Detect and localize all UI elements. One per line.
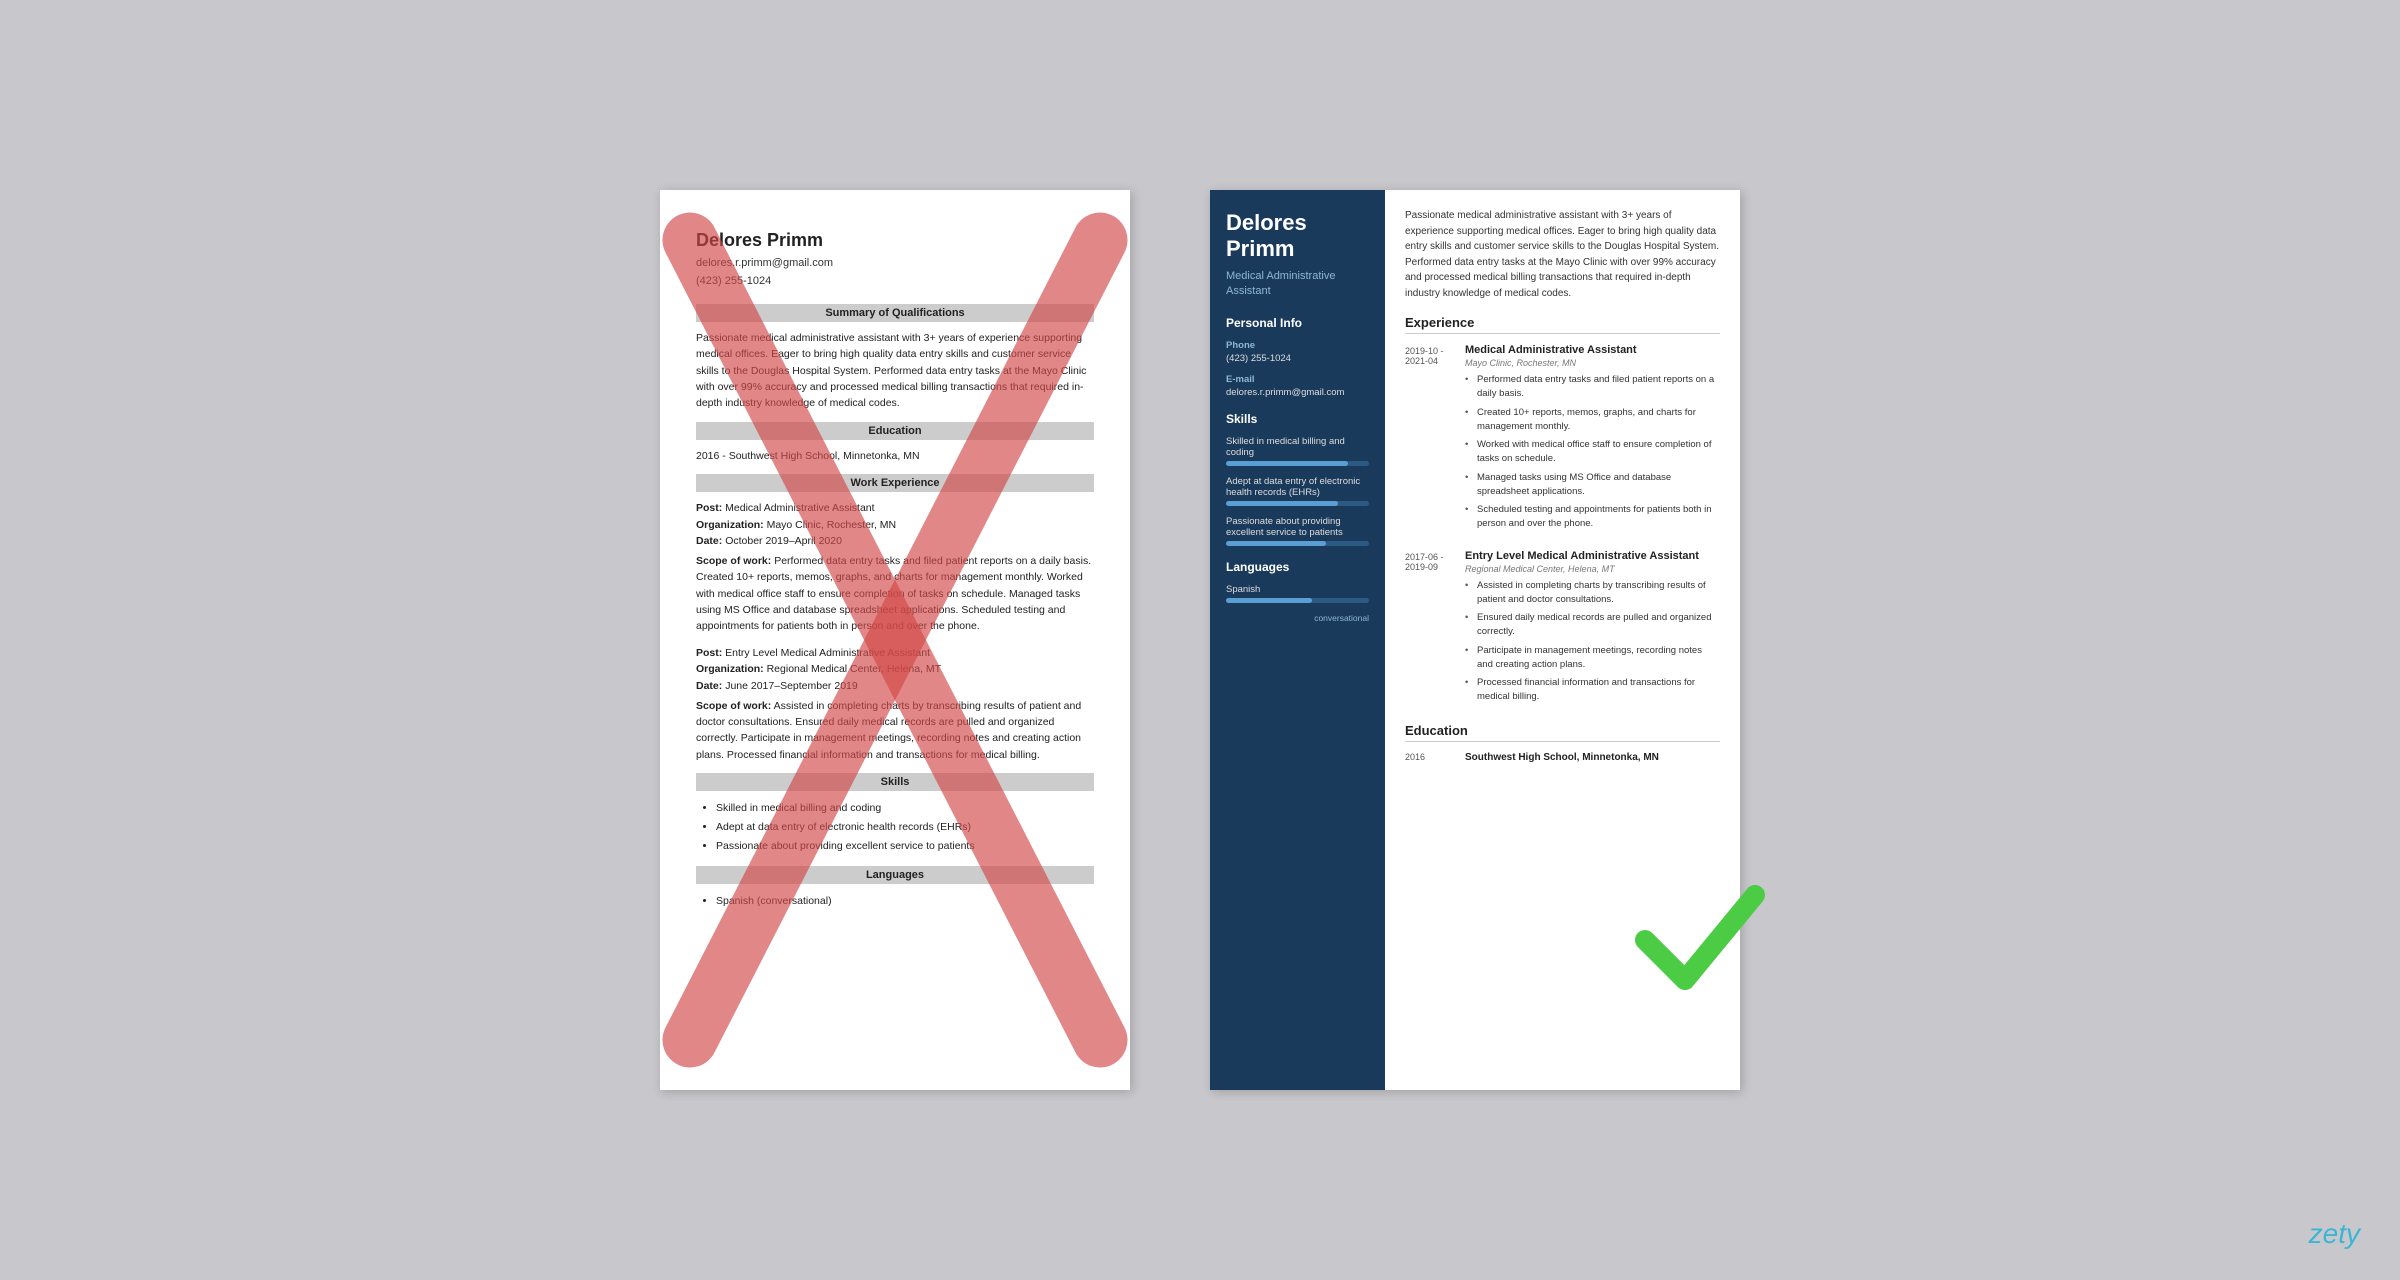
work-entry-1: Post: Medical Administrative Assistant O… bbox=[696, 500, 1094, 635]
exp-title-1: Medical Administrative Assistant bbox=[1465, 344, 1720, 356]
exp-entry-1: 2019-10 - 2021-04 Medical Administrative… bbox=[1405, 344, 1720, 536]
right-name-line1: Delores bbox=[1226, 210, 1307, 235]
job2-org: Regional Medical Center, Helena, MT bbox=[767, 663, 942, 675]
left-email: delores.r.primm@gmail.com bbox=[696, 257, 833, 269]
skill-1: Skilled in medical billing and coding bbox=[716, 799, 1094, 818]
edu-year-1: 2016 bbox=[1405, 752, 1465, 763]
exp-content-1: Medical Administrative Assistant Mayo Cl… bbox=[1465, 344, 1720, 536]
education-text: 2016 - Southwest High School, Minnetonka… bbox=[696, 448, 1094, 464]
skill-2: Adept at data entry of electronic health… bbox=[716, 818, 1094, 837]
sidebar-lang-1: Spanish conversational bbox=[1226, 584, 1369, 623]
languages-header: Languages bbox=[696, 866, 1094, 884]
exp-bullets-1: Performed data entry tasks and filed pat… bbox=[1465, 373, 1720, 532]
job2-date: June 2017–September 2019 bbox=[725, 680, 858, 692]
right-title: Medical Administrative Assistant bbox=[1226, 269, 1369, 300]
exp-content-2: Entry Level Medical Administrative Assis… bbox=[1465, 550, 1720, 709]
work-header: Work Experience bbox=[696, 474, 1094, 492]
skills-header: Skills bbox=[696, 773, 1094, 791]
email-value: delores.r.primm@gmail.com bbox=[1226, 387, 1369, 398]
languages-sidebar-title: Languages bbox=[1226, 560, 1369, 574]
right-name: Delores Primm bbox=[1226, 210, 1369, 263]
edu-entry-1: 2016 Southwest High School, Minnetonka, … bbox=[1405, 752, 1720, 763]
left-resume: Delores Primm delores.r.primm@gmail.com … bbox=[660, 190, 1130, 1090]
exp-entry-2: 2017-06 - 2019-09 Entry Level Medical Ad… bbox=[1405, 550, 1720, 709]
job1-org: Mayo Clinic, Rochester, MN bbox=[767, 519, 897, 531]
exp-title-2: Entry Level Medical Administrative Assis… bbox=[1465, 550, 1720, 562]
edu-school-1: Southwest High School, Minnetonka, MN bbox=[1465, 752, 1659, 763]
summary-header: Summary of Qualifications bbox=[696, 304, 1094, 322]
phone-value: (423) 255-1024 bbox=[1226, 353, 1369, 364]
education-header: Education bbox=[696, 422, 1094, 440]
lang-list: Spanish (conversational) bbox=[696, 892, 1094, 911]
right-main: Passionate medical administrative assist… bbox=[1385, 190, 1740, 1090]
email-label: E-mail bbox=[1226, 374, 1369, 385]
right-sidebar: Delores Primm Medical Administrative Ass… bbox=[1210, 190, 1385, 1090]
right-resume: Delores Primm Medical Administrative Ass… bbox=[1210, 190, 1740, 1090]
job2-post: Entry Level Medical Administrative Assis… bbox=[725, 647, 930, 659]
experience-section-title: Experience bbox=[1405, 315, 1720, 334]
skills-list: Skilled in medical billing and coding Ad… bbox=[696, 799, 1094, 856]
right-resume-outer: Delores Primm Medical Administrative Ass… bbox=[1210, 190, 1740, 1090]
job1-post: Medical Administrative Assistant bbox=[725, 502, 874, 514]
sidebar-skill-1: Skilled in medical billing and coding bbox=[1226, 436, 1369, 466]
phone-label: Phone bbox=[1226, 340, 1369, 351]
left-phone: (423) 255-1024 bbox=[696, 275, 771, 287]
exp-org-1: Mayo Clinic, Rochester, MN bbox=[1465, 358, 1720, 368]
exp-dates-2: 2017-06 - 2019-09 bbox=[1405, 550, 1465, 709]
zety-logo: zety bbox=[2309, 1218, 2360, 1250]
summary-text: Passionate medical administrative assist… bbox=[696, 330, 1094, 411]
job1-date: October 2019–April 2020 bbox=[725, 535, 842, 547]
left-name: Delores Primm bbox=[696, 230, 1094, 251]
exp-dates-1: 2019-10 - 2021-04 bbox=[1405, 344, 1465, 536]
right-name-line2: Primm bbox=[1226, 236, 1294, 261]
lang-1: Spanish (conversational) bbox=[716, 892, 1094, 911]
exp-org-2: Regional Medical Center, Helena, MT bbox=[1465, 564, 1720, 574]
right-summary: Passionate medical administrative assist… bbox=[1405, 208, 1720, 301]
left-contact: delores.r.primm@gmail.com (423) 255-1024 bbox=[696, 255, 1094, 290]
education-section-title: Education bbox=[1405, 723, 1720, 742]
sidebar-skill-3: Passionate about providing excellent ser… bbox=[1226, 516, 1369, 546]
personal-info-title: Personal Info bbox=[1226, 316, 1369, 330]
skills-sidebar-title: Skills bbox=[1226, 412, 1369, 426]
resumes-wrapper: Delores Primm delores.r.primm@gmail.com … bbox=[660, 190, 1740, 1090]
sidebar-skill-2: Adept at data entry of electronic health… bbox=[1226, 476, 1369, 506]
work-entry-2: Post: Entry Level Medical Administrative… bbox=[696, 645, 1094, 763]
left-resume-wrapper: Delores Primm delores.r.primm@gmail.com … bbox=[660, 190, 1130, 1090]
skill-3: Passionate about providing excellent ser… bbox=[716, 837, 1094, 856]
exp-bullets-2: Assisted in completing charts by transcr… bbox=[1465, 579, 1720, 705]
